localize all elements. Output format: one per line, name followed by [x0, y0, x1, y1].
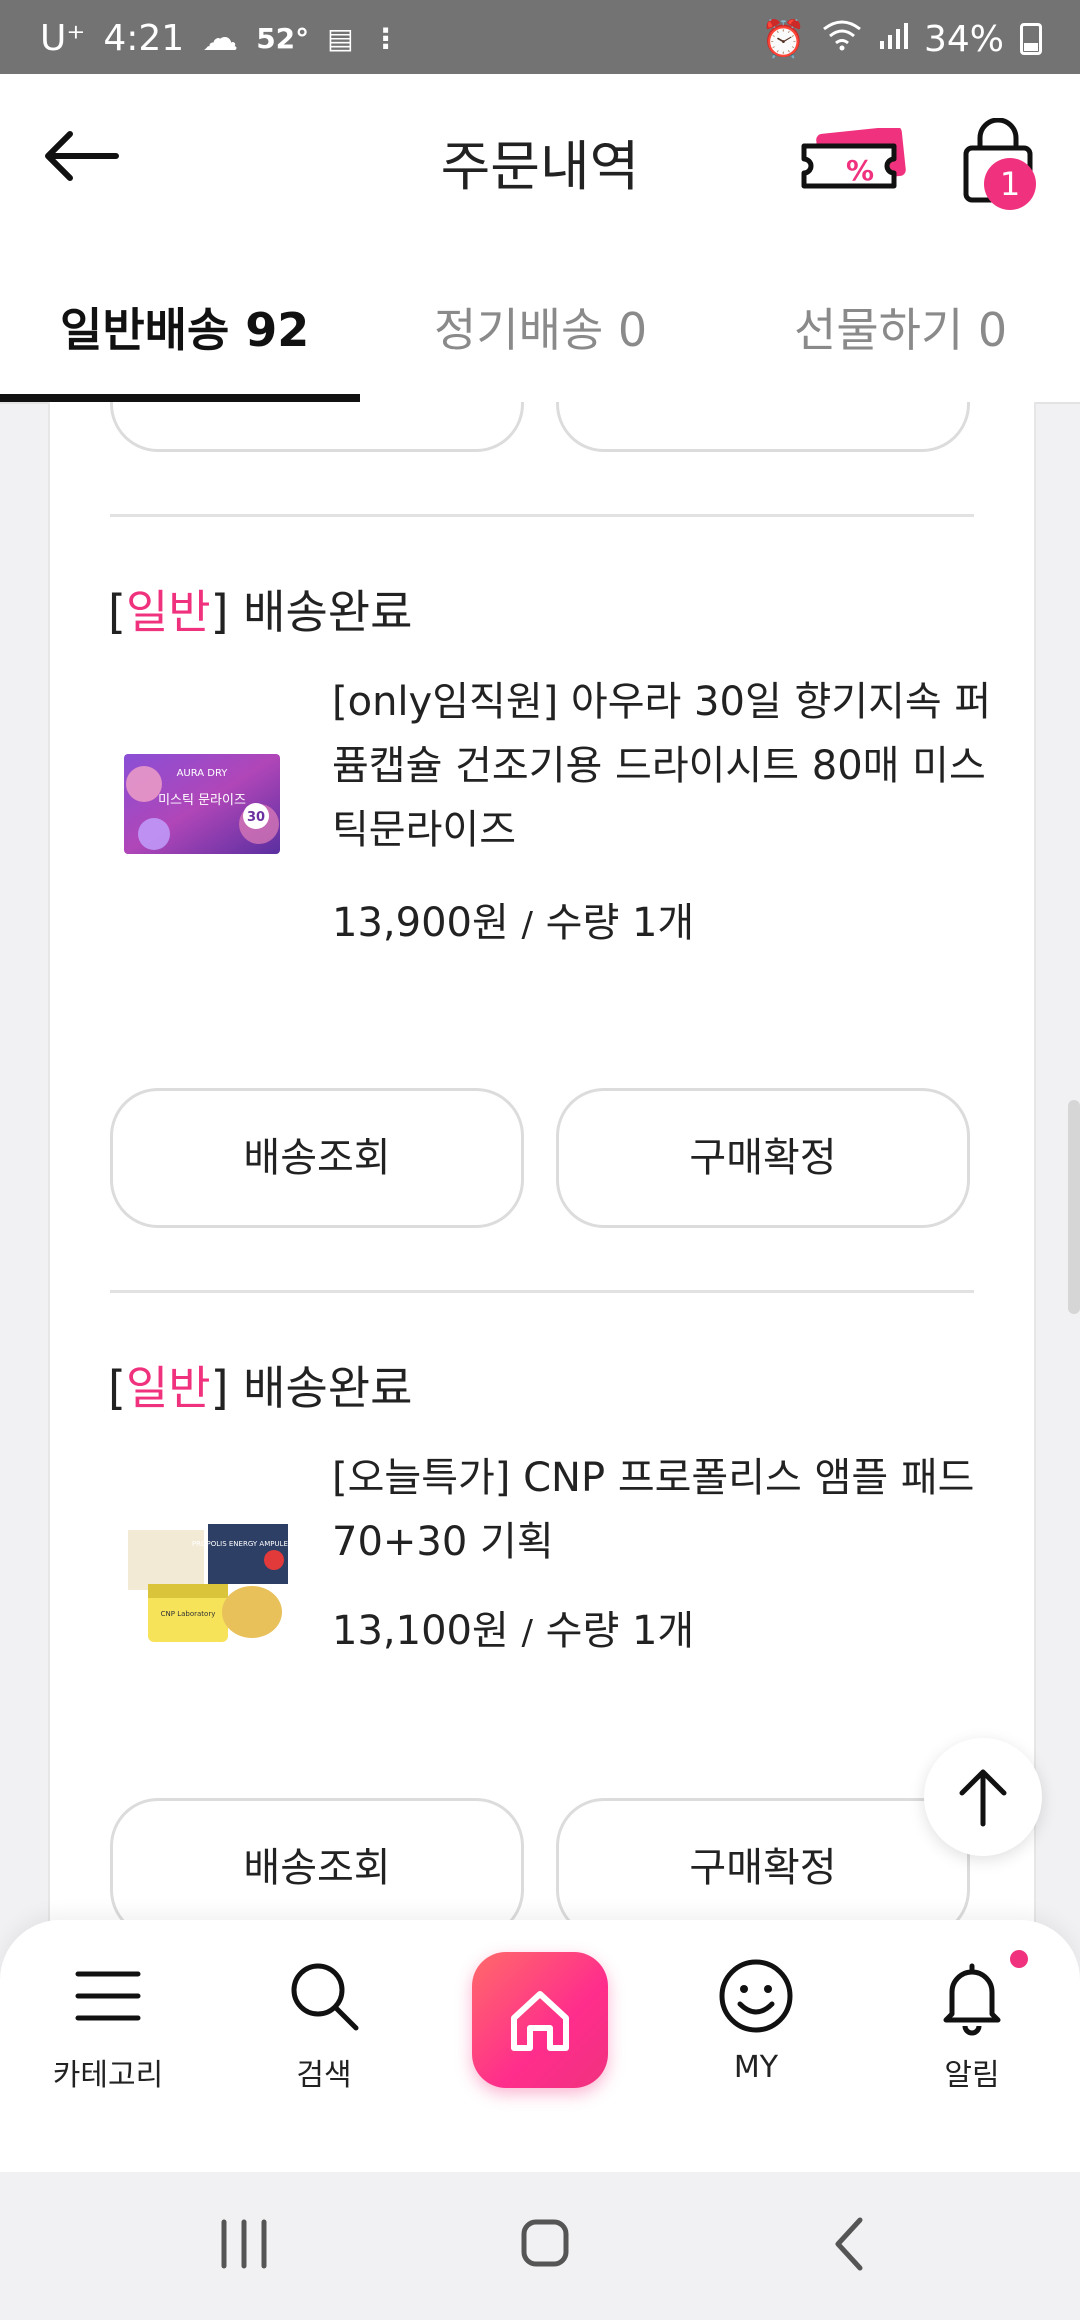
- price-qty: 13,100원 / 수량 1개: [332, 1598, 694, 1656]
- recent-apps-icon[interactable]: [221, 2219, 267, 2269]
- volte-icon: ▤: [327, 22, 354, 55]
- thumb-brand: CNP Laboratory: [161, 1610, 216, 1618]
- battery-percent: 34%: [923, 18, 1004, 60]
- product-thumbnail[interactable]: PROPOLIS ENERGY AMPULE PAD CNP Laborator…: [124, 1520, 294, 1648]
- prev-track-button[interactable]: 배송조회: [110, 402, 524, 452]
- tab-subscription-delivery[interactable]: 정기배송 0: [434, 294, 647, 360]
- data-icon: ⋮: [371, 22, 400, 55]
- weather-icon: ☁: [202, 18, 239, 59]
- signal-icon: [878, 19, 908, 60]
- product-thumbnail[interactable]: AURA DRY 미스틱 문라이즈 30: [124, 754, 280, 854]
- home-system-icon[interactable]: [521, 2219, 569, 2267]
- confirm-purchase-button[interactable]: 구매확정: [556, 1798, 970, 1922]
- smiley-icon: [719, 1959, 793, 2033]
- coupon-icon[interactable]: %: [800, 126, 910, 198]
- thumb-badge: PROPOLIS ENERGY AMPULE PAD: [192, 1540, 294, 1548]
- bell-icon: [943, 1963, 1001, 2036]
- price-qty: 13,900원 / 수량 1개: [332, 890, 694, 948]
- nav-category[interactable]: 카테고리: [8, 1956, 208, 2094]
- order-type-label: 일반: [125, 1361, 211, 1415]
- page-title: 주문내역: [440, 135, 640, 198]
- order-status-text: 배송완료: [243, 585, 413, 639]
- tab-gift[interactable]: 선물하기 0: [794, 294, 1007, 360]
- back-system-icon[interactable]: [835, 2217, 863, 2271]
- nav-notification-label: 알림: [944, 2058, 1000, 2093]
- cart-count-badge: 1: [984, 158, 1036, 210]
- svg-text:%: %: [846, 154, 874, 187]
- alarm-icon: ⏰: [761, 19, 806, 60]
- battery-icon: [1020, 23, 1042, 55]
- status-bar: U⁺ 4:21 ☁ 52° ▤ ⋮ ⏰ 34%: [0, 0, 1080, 74]
- separator: /: [521, 905, 533, 945]
- notification-dot: [1010, 1950, 1028, 1968]
- nav-search[interactable]: 검색: [224, 1956, 424, 2094]
- product-qty: 수량 1개: [545, 1608, 695, 1654]
- order-status: [일반] 배송완료: [108, 1361, 413, 1415]
- product-price: 13,100원: [332, 1608, 509, 1654]
- scrollbar[interactable]: [1068, 1100, 1080, 1314]
- nav-search-label: 검색: [296, 2058, 352, 2093]
- nav-my-label: MY: [733, 2050, 779, 2085]
- nav-notification[interactable]: 알림: [872, 1956, 1072, 2094]
- product-price: 13,900원: [332, 900, 509, 946]
- arrow-up-icon: [959, 1769, 1007, 1827]
- order-status-text: 배송완료: [243, 1361, 413, 1415]
- scroll-to-top-button[interactable]: [924, 1738, 1042, 1856]
- separator: /: [521, 1613, 533, 1653]
- divider: [110, 1290, 974, 1293]
- home-button[interactable]: [472, 1952, 608, 2088]
- divider: [110, 514, 974, 517]
- tab-indicator: [0, 394, 360, 402]
- track-delivery-button[interactable]: 배송조회: [110, 1798, 524, 1922]
- order-status: [일반] 배송완료: [108, 585, 413, 639]
- clock: 4:21: [103, 18, 185, 59]
- nav-category-label: 카테고리: [52, 2058, 164, 2093]
- menu-icon: [75, 1971, 141, 2021]
- thumb-badge: 30: [247, 810, 265, 825]
- thumb-brand: AURA DRY: [177, 768, 229, 779]
- app-header: 주문내역 %: [0, 74, 1080, 250]
- product-name[interactable]: [only임직원] 아우라 30일 향기지속 퍼퓸캡슐 건조기용 드라이시트 8…: [332, 670, 992, 862]
- system-nav-bar: [0, 2172, 1080, 2316]
- order-card: 배송조회 구매확정 [일반] 배송완료 AURA DRY 미스틱 문라이즈 30…: [48, 402, 1036, 1922]
- search-icon: [291, 1963, 359, 2031]
- home-icon: [511, 1991, 569, 2051]
- bottom-nav: 카테고리 검색 MY 알림: [0, 1920, 1080, 2172]
- wifi-icon: [822, 19, 862, 60]
- confirm-purchase-button[interactable]: 구매확정: [556, 1088, 970, 1228]
- tab-bar: 일반배송 92 정기배송 0 선물하기 0: [0, 250, 1080, 404]
- tab-general-delivery[interactable]: 일반배송 92: [60, 294, 309, 360]
- thumb-title: 미스틱 문라이즈: [158, 793, 246, 808]
- product-qty: 수량 1개: [545, 900, 695, 946]
- track-delivery-button[interactable]: 배송조회: [110, 1088, 524, 1228]
- order-list[interactable]: 배송조회 구매확정 [일반] 배송완료 AURA DRY 미스틱 문라이즈 30…: [0, 402, 1080, 1922]
- nav-my[interactable]: MY: [656, 1956, 856, 2085]
- order-type-label: 일반: [125, 585, 211, 639]
- product-name[interactable]: [오늘특가] CNP 프로폴리스 앰플 패드 70+30 기획: [332, 1446, 992, 1574]
- temperature: 52°: [256, 22, 310, 55]
- prev-confirm-button[interactable]: 구매확정: [556, 402, 970, 452]
- carrier-label: U⁺: [40, 18, 86, 59]
